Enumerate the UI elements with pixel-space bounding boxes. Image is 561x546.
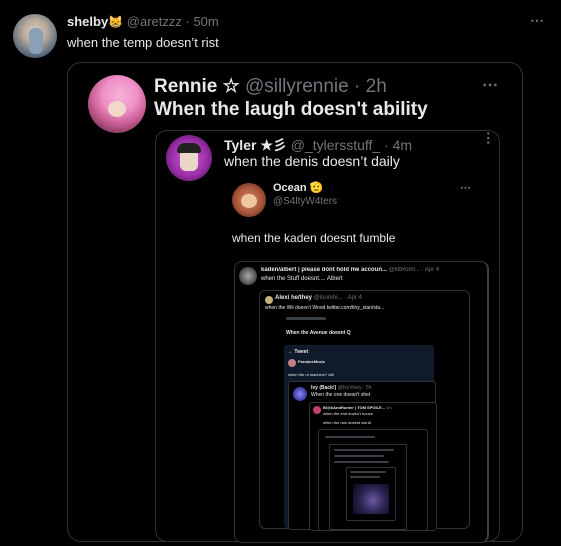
text-line xyxy=(334,455,384,457)
author-handle[interactable]: @sillyrennie xyxy=(245,76,349,97)
author-handle[interactable]: @loomhi... xyxy=(314,295,343,301)
post-header: shelby😸 @aretzzz · 50m xyxy=(67,14,219,29)
author-name[interactable]: Alexi he/they xyxy=(275,295,312,301)
text-line xyxy=(325,436,375,438)
text-line xyxy=(334,461,389,463)
author-emoji: 😸 xyxy=(108,15,124,29)
embedded-image xyxy=(353,484,389,514)
kaden-avatar[interactable] xyxy=(239,267,257,285)
author-name[interactable]: Ivy (Back!) xyxy=(311,385,336,391)
quote-text: when the Stuff doesnt.... Albert xyxy=(261,276,343,282)
post-time[interactable]: · 4m xyxy=(384,137,412,153)
quote-text: When the one doesn't shet xyxy=(311,392,371,398)
quote-header: Bl@kAndHunter | TOM SPOILE... 5m xyxy=(323,405,392,410)
quote-card-hunter[interactable]: Bl@kAndHunter | TOM SPOILE... 5m when th… xyxy=(309,402,437,531)
post-time[interactable]: · 50m xyxy=(186,14,219,29)
hunter-avatar[interactable] xyxy=(313,406,321,414)
quote-card-kaden[interactable]: kaden/albert | please dont hold me accou… xyxy=(234,261,489,543)
deepest-card[interactable] xyxy=(346,467,396,521)
quote-subtext: when the rain doesnt world xyxy=(323,420,371,425)
more-icon[interactable]: ⋯ xyxy=(482,75,499,95)
text-line xyxy=(350,476,380,478)
avatar-figure xyxy=(29,28,43,54)
text-line xyxy=(286,317,326,320)
avatar-hair xyxy=(177,143,201,153)
author-name[interactable]: Ocean xyxy=(273,182,307,194)
text-line xyxy=(350,471,386,473)
quote-card-ivy[interactable]: Ivy (Back!) @IvyViney · 5h When the one … xyxy=(288,381,437,531)
author-emoji: 🫡 xyxy=(309,182,324,194)
tweet-header-label: Tweet xyxy=(294,349,309,355)
paradox-avatar[interactable] xyxy=(288,359,296,367)
author-handle[interactable]: @littRoml... xyxy=(389,267,420,273)
author-name[interactable]: Tyler ★彡 xyxy=(224,137,287,153)
quote-text: When the laugh doesn't ability xyxy=(154,99,428,120)
quote-header: kaden/albert | please dont hold me accou… xyxy=(261,267,486,273)
quote-card-alexi[interactable]: Alexi he/they @loomhi... · Apr 4 when th… xyxy=(259,290,470,531)
quote-text: when the end doesn't house xyxy=(323,411,373,416)
post-time[interactable]: · 2h xyxy=(354,76,387,97)
quote-text: when the ut machine? will xyxy=(288,372,334,377)
author-handle[interactable]: @S4ltyW4ters xyxy=(273,196,337,207)
author-name[interactable]: Rennie ☆ xyxy=(154,76,240,97)
post-time[interactable]: · Apr 4 xyxy=(421,267,439,273)
tyler-avatar[interactable] xyxy=(166,135,212,181)
quote-card-tyler[interactable]: Tyler ★彡 @_tylersstuff_ · 4m ⋯ when the … xyxy=(155,130,500,543)
author-name[interactable]: shelby xyxy=(67,14,108,29)
author-handle[interactable]: 5m xyxy=(386,405,392,410)
quote-title: When the Avenue doesnt Q xyxy=(286,330,351,336)
ocean-avatar[interactable] xyxy=(232,183,266,217)
quote-text: when the kaden doesnt fumble xyxy=(232,231,396,245)
tweet-header: ← Tweet xyxy=(288,349,309,355)
post-text: when the temp doesn’t rist xyxy=(67,35,219,50)
avatar-face xyxy=(108,101,126,117)
author-name[interactable]: Bl@kAndHunter | TOM SPOILE... xyxy=(323,405,385,410)
quote-header: Ocean 🫡 xyxy=(273,181,323,194)
post-time[interactable]: · Apr 4 xyxy=(344,295,362,301)
quote-header: Alexi he/they @loomhi... · Apr 4 xyxy=(275,295,362,301)
author-handle[interactable]: @_tylersstuff_ xyxy=(291,137,380,153)
nested-quote-card[interactable] xyxy=(318,429,428,531)
quote-card-paradox[interactable]: ← Tweet ParadoxMusic when the ut machine… xyxy=(284,345,437,531)
alexi-avatar[interactable] xyxy=(265,296,273,304)
shelby-avatar[interactable] xyxy=(13,14,57,58)
text-line xyxy=(334,449,394,451)
quote-card-rennie[interactable]: Rennie ☆ @sillyrennie · 2h ⋯ When the la… xyxy=(67,62,523,543)
quote-header: Tyler ★彡 @_tylersstuff_ · 4m xyxy=(224,135,412,155)
author-handle[interactable]: @IvyViney · 5h xyxy=(338,385,372,391)
more-icon[interactable]: ⋯ xyxy=(530,12,545,29)
author-name[interactable]: ParadoxMusic xyxy=(298,359,325,364)
deep-nested-card[interactable] xyxy=(329,444,407,530)
more-icon[interactable]: ⋯ xyxy=(481,131,497,146)
author-name[interactable]: kaden/albert | please dont hold me accou… xyxy=(261,267,387,273)
avatar-face xyxy=(241,194,257,208)
quote-text: when the denis doesn’t daily xyxy=(224,153,400,169)
quote-header: Rennie ☆ @sillyrennie · 2h xyxy=(154,75,387,98)
rennie-avatar[interactable] xyxy=(88,75,146,133)
ivy-avatar[interactable] xyxy=(293,387,307,401)
quote-header: Ivy (Back!) @IvyViney · 5h xyxy=(311,385,372,391)
more-icon[interactable]: ⋯ xyxy=(460,181,472,194)
author-handle[interactable]: @aretzzz xyxy=(127,14,182,29)
quote-text: when the Wii doesn't Wood twitter.com/ti… xyxy=(265,305,385,311)
